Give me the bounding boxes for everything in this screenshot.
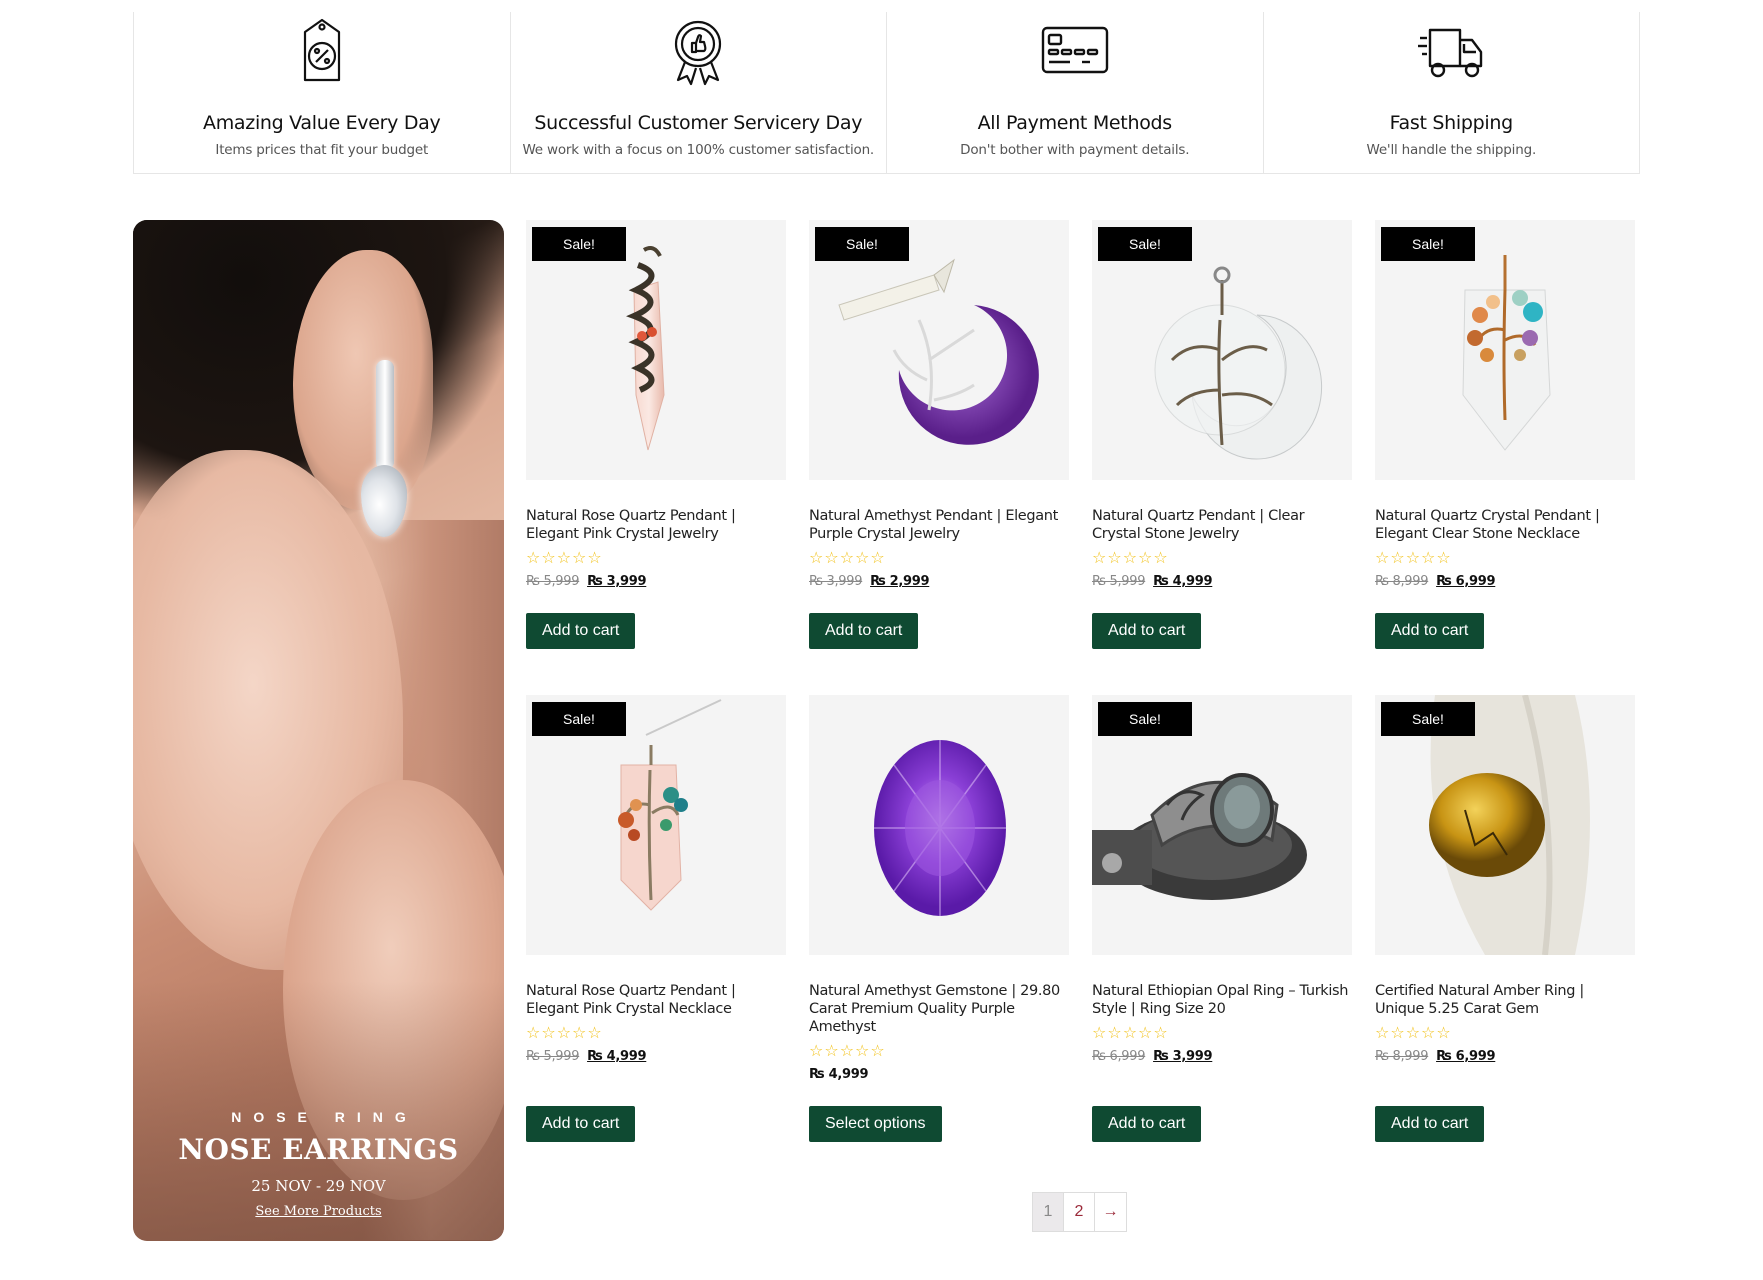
rating-stars: ☆☆☆☆☆: [809, 550, 886, 567]
rating-stars: ☆☆☆☆☆: [1092, 1025, 1169, 1042]
feature-title: Successful Customer Servicery Day: [534, 112, 863, 134]
old-price: ₨ 5,999: [526, 574, 580, 589]
product-title[interactable]: Natural Quartz Pendant | Clear Crystal S…: [1092, 507, 1352, 543]
product-price: ₨ 6,999 ₨ 3,999: [1092, 1049, 1352, 1064]
feature-payment: All Payment Methods Don't bother with pa…: [887, 12, 1264, 173]
product-image[interactable]: Sale!: [1375, 220, 1635, 480]
product-price: ₨ 8,999 ₨ 6,999: [1375, 1049, 1635, 1064]
product-price: ₨ 3,999 ₨ 2,999: [809, 574, 1069, 589]
product-card: Sale! Certified Natural Amber Ring | Uni…: [1375, 695, 1635, 1064]
product-title[interactable]: Natural Amethyst Gemstone | 29.80 Carat …: [809, 982, 1069, 1036]
banner-photo-ear: [293, 250, 433, 510]
product-title[interactable]: Certified Natural Amber Ring | Unique 5.…: [1375, 982, 1635, 1018]
sale-badge: Sale!: [532, 702, 626, 736]
feature-title: Fast Shipping: [1389, 112, 1514, 134]
product-image[interactable]: Sale!: [526, 220, 786, 480]
feature-shipping: Fast Shipping We'll handle the shipping.: [1264, 12, 1640, 173]
sale-price: ₨ 4,999: [1153, 574, 1213, 589]
add-to-cart-button[interactable]: Add to cart: [1092, 613, 1202, 649]
product-image[interactable]: Sale!: [809, 220, 1069, 480]
page-2-link[interactable]: 2: [1064, 1193, 1095, 1231]
select-options-button[interactable]: Select options: [809, 1106, 942, 1142]
sale-price: ₨ 3,999: [1153, 1049, 1213, 1064]
pagination: 1 2 →: [1032, 1192, 1127, 1232]
feature-service: Successful Customer Servicery Day We wor…: [511, 12, 887, 173]
rating-stars: ☆☆☆☆☆: [809, 1043, 886, 1060]
product-price: ₨ 5,999 ₨ 3,999: [526, 574, 786, 589]
credit-card-icon: [1035, 12, 1115, 90]
banner-title: NOSE EARRINGS: [178, 1133, 459, 1166]
product-image[interactable]: Sale!: [526, 695, 786, 955]
product-title[interactable]: Natural Rose Quartz Pendant | Elegant Pi…: [526, 982, 786, 1018]
feature-title: All Payment Methods: [977, 112, 1173, 134]
product-image[interactable]: Sale!: [1092, 695, 1352, 955]
award-badge-icon: [658, 12, 738, 90]
add-to-cart-button[interactable]: Add to cart: [809, 613, 919, 649]
product-price: ₨ 4,999: [809, 1067, 1069, 1082]
add-to-cart-button[interactable]: Add to cart: [526, 1106, 636, 1142]
promo-banner[interactable]: NOSE RING NOSE EARRINGS 25 NOV - 29 NOV …: [133, 220, 504, 1241]
sale-badge: Sale!: [1098, 227, 1192, 261]
product-card: Sale! Natural Ethiopian Opal Ring – Turk…: [1092, 695, 1352, 1064]
product-card: Sale! Natural Amethyst Pendant | Elegant…: [809, 220, 1069, 589]
banner-earring: [376, 360, 394, 470]
features-strip: Amazing Value Every Day Items prices tha…: [133, 12, 1640, 174]
product-card: Sale! Natural Quartz Pendant | Clear Cry…: [1092, 220, 1352, 589]
feature-description: Items prices that fit your budget: [215, 142, 429, 158]
rating-stars: ☆☆☆☆☆: [1375, 1025, 1452, 1042]
product-card: Sale! Natural Quartz Crystal Pendant | E…: [1375, 220, 1635, 589]
sale-badge: Sale!: [1381, 702, 1475, 736]
product-price: ₨ 8,999 ₨ 6,999: [1375, 574, 1635, 589]
delivery-truck-icon: [1411, 12, 1491, 90]
product-image[interactable]: [809, 695, 1069, 955]
rating-stars: ☆☆☆☆☆: [526, 550, 603, 567]
product-price: ₨ 5,999 ₨ 4,999: [1092, 574, 1352, 589]
product-price: ₨ 5,999 ₨ 4,999: [526, 1049, 786, 1064]
feature-description: We work with a focus on 100% customer sa…: [522, 142, 875, 158]
product-title[interactable]: Natural Rose Quartz Pendant | Elegant Pi…: [526, 507, 786, 543]
next-page-arrow-icon[interactable]: →: [1095, 1193, 1126, 1231]
regular-price: ₨ 4,999: [809, 1067, 869, 1082]
amethyst-gemstone-image: [874, 740, 1006, 916]
old-price: ₨ 8,999: [1375, 1049, 1429, 1064]
add-to-cart-button[interactable]: Add to cart: [1092, 1106, 1202, 1142]
rating-stars: ☆☆☆☆☆: [526, 1025, 603, 1042]
product-card: Sale! Natural Rose Quartz Pendant | Eleg…: [526, 220, 786, 589]
sale-price: ₨ 3,999: [587, 574, 647, 589]
banner-kicker: NOSE RING: [231, 1109, 418, 1125]
product-image[interactable]: Sale!: [1375, 695, 1635, 955]
discount-tag-icon: [282, 12, 362, 90]
feature-title: Amazing Value Every Day: [203, 112, 441, 134]
sale-badge: Sale!: [532, 227, 626, 261]
old-price: ₨ 8,999: [1375, 574, 1429, 589]
old-price: ₨ 6,999: [1092, 1049, 1146, 1064]
old-price: ₨ 5,999: [1092, 574, 1146, 589]
old-price: ₨ 3,999: [809, 574, 863, 589]
product-title[interactable]: Natural Amethyst Pendant | Elegant Purpl…: [809, 507, 1069, 543]
sale-badge: Sale!: [1098, 702, 1192, 736]
feature-value: Amazing Value Every Day Items prices tha…: [134, 12, 511, 173]
product-image[interactable]: Sale!: [1092, 220, 1352, 480]
rating-stars: ☆☆☆☆☆: [1375, 550, 1452, 567]
feature-description: Don't bother with payment details.: [960, 142, 1190, 158]
sale-badge: Sale!: [815, 227, 909, 261]
sale-badge: Sale!: [1381, 227, 1475, 261]
sale-price: ₨ 6,999: [1436, 1049, 1496, 1064]
product-title[interactable]: Natural Quartz Crystal Pendant | Elegant…: [1375, 507, 1635, 543]
product-card: Natural Amethyst Gemstone | 29.80 Carat …: [809, 695, 1069, 1082]
sale-price: ₨ 2,999: [870, 574, 930, 589]
rating-stars: ☆☆☆☆☆: [1092, 550, 1169, 567]
product-card: Sale! Natural Rose Quartz Pendant | Eleg…: [526, 695, 786, 1064]
banner-date: 25 NOV - 29 NOV: [251, 1177, 386, 1195]
add-to-cart-button[interactable]: Add to cart: [1375, 1106, 1485, 1142]
add-to-cart-button[interactable]: Add to cart: [526, 613, 636, 649]
product-title[interactable]: Natural Ethiopian Opal Ring – Turkish St…: [1092, 982, 1352, 1018]
sale-price: ₨ 4,999: [587, 1049, 647, 1064]
feature-description: We'll handle the shipping.: [1366, 142, 1537, 158]
old-price: ₨ 5,999: [526, 1049, 580, 1064]
add-to-cart-button[interactable]: Add to cart: [1375, 613, 1485, 649]
sale-price: ₨ 6,999: [1436, 574, 1496, 589]
see-more-products-link[interactable]: See More Products: [133, 1204, 504, 1219]
page-1-current: 1: [1033, 1193, 1064, 1231]
